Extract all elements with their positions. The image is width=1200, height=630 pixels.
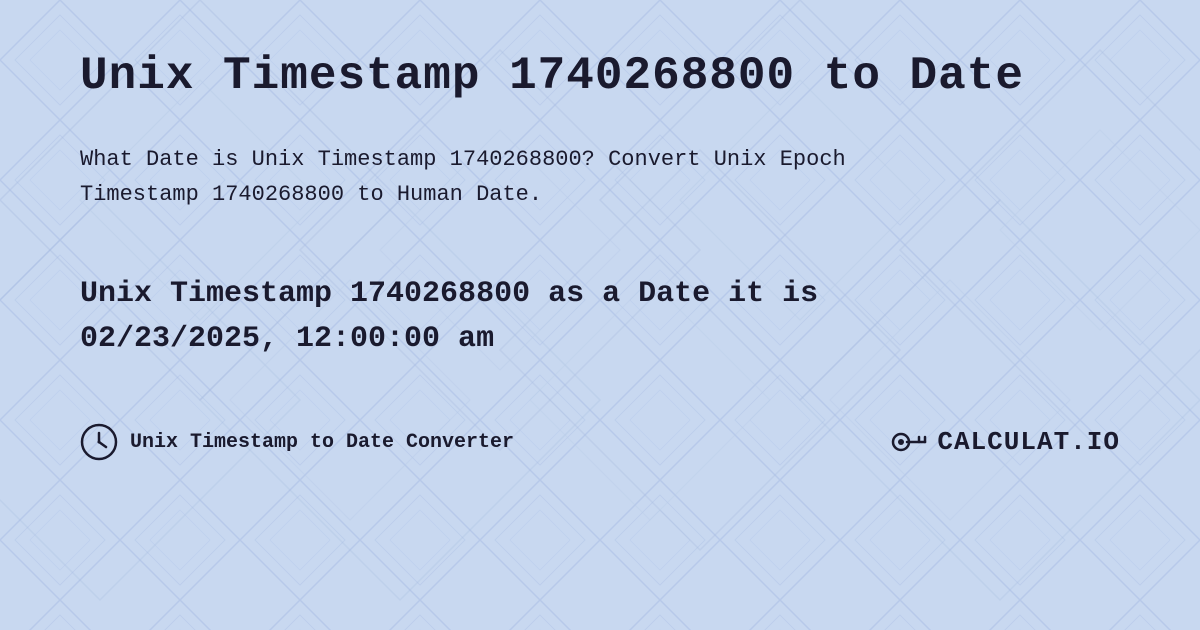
result-line1: Unix Timestamp 1740268800 as a Date it i…: [80, 272, 1120, 317]
description-line1: What Date is Unix Timestamp 1740268800? …: [80, 147, 846, 172]
footer-left: Unix Timestamp to Date Converter: [80, 423, 514, 461]
logo-text: CALCULAT.IO: [937, 427, 1120, 457]
footer: Unix Timestamp to Date Converter CALCULA…: [80, 422, 1120, 462]
page-title: Unix Timestamp 1740268800 to Date: [80, 50, 1120, 102]
footer-label: Unix Timestamp to Date Converter: [130, 431, 514, 454]
result-line2: 02/23/2025, 12:00:00 am: [80, 317, 1120, 362]
description: What Date is Unix Timestamp 1740268800? …: [80, 142, 980, 212]
result-block: Unix Timestamp 1740268800 as a Date it i…: [80, 272, 1120, 362]
calculat-logo: CALCULAT.IO: [889, 422, 1120, 462]
description-line2: Timestamp 1740268800 to Human Date.: [80, 182, 542, 207]
logo-icon: [889, 422, 929, 462]
clock-icon: [80, 423, 118, 461]
